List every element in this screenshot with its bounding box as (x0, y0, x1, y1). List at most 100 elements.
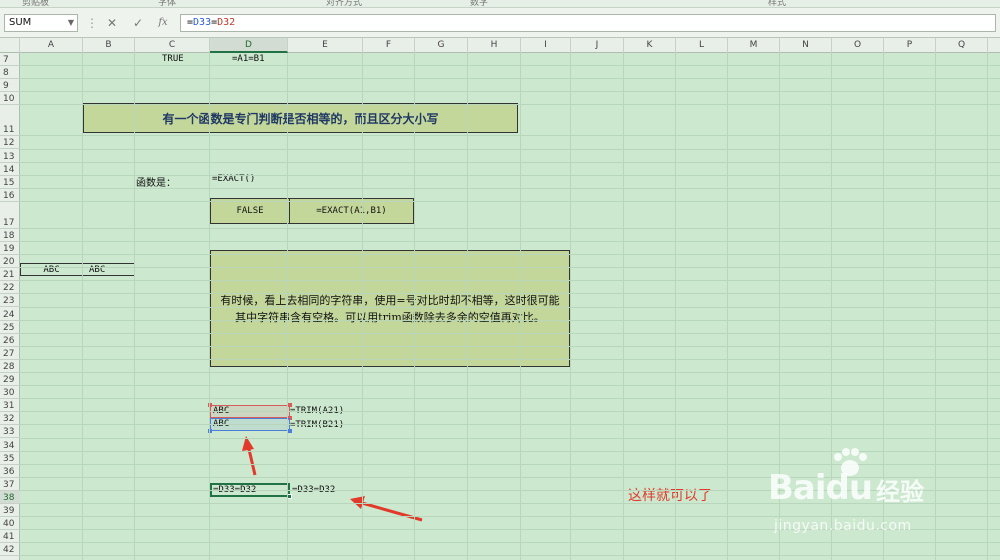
row-header-20[interactable]: 20 (0, 255, 20, 269)
column-header-h[interactable]: H (468, 38, 521, 53)
grid-row-line (20, 161, 1000, 163)
row-header-35[interactable]: 35 (0, 452, 20, 465)
row-header-26[interactable]: 26 (0, 334, 20, 347)
grid-row-line (20, 280, 1000, 282)
row-header-40[interactable]: 40 (0, 517, 20, 531)
row-header-13[interactable]: 13 (0, 150, 20, 163)
formula-bar: SUM ▼ ⋮ ✕ ✓ fx =D33=D32 (0, 8, 1000, 38)
column-header-a[interactable]: A (20, 38, 83, 53)
grid-row-line (20, 398, 1000, 400)
grid-row-line (20, 78, 1000, 80)
ribbon-group-label: 样式 (768, 0, 787, 8)
formula-input[interactable]: =D33=D32 (180, 14, 996, 32)
row-header-23[interactable]: 23 (0, 294, 20, 308)
column-header-m[interactable]: M (728, 38, 780, 53)
row-header-15[interactable]: 15 (0, 176, 20, 189)
column-header-g[interactable]: G (415, 38, 468, 53)
row-header-9[interactable]: 9 (0, 79, 20, 93)
watermark-url: jingyan.baidu.com (774, 518, 912, 534)
grid-row-line (20, 345, 1000, 347)
column-header-l[interactable]: L (676, 38, 728, 53)
grid-row-line (20, 293, 1000, 295)
row-header-38[interactable]: 38 (0, 490, 20, 504)
jingyan-logo: 经验 (876, 478, 924, 506)
insert-function-button[interactable]: fx (152, 14, 174, 32)
row-header-31[interactable]: 31 (0, 399, 20, 413)
column-header-q[interactable]: Q (936, 38, 988, 53)
row-header-8[interactable]: 8 (0, 66, 20, 80)
column-header-j[interactable]: J (571, 38, 624, 53)
ribbon-group-label: 数字 (470, 0, 489, 8)
close-icon: ✕ (106, 16, 118, 30)
grid-row-line (20, 437, 1000, 439)
row-header-27[interactable]: 27 (0, 347, 20, 360)
grid-row-line (20, 174, 1000, 176)
ribbon-group-label: 字体 (158, 0, 177, 8)
row-header-25[interactable]: 25 (0, 321, 20, 334)
column-header-d[interactable]: D (210, 38, 288, 53)
enter-button[interactable]: ✓ (127, 14, 149, 32)
row-header-39[interactable]: 39 (0, 504, 20, 518)
grid-row-line (20, 319, 1000, 321)
row-header-32[interactable]: 32 (0, 412, 20, 426)
row-header-11[interactable]: 11 (0, 105, 20, 137)
grid-row-line (20, 372, 1000, 373)
row-header-22[interactable]: 22 (0, 281, 20, 295)
row-header-36[interactable]: 36 (0, 465, 20, 478)
chevron-down-icon[interactable]: ▼ (68, 15, 74, 31)
grid-row-line (20, 267, 1000, 269)
row-header-30[interactable]: 30 (0, 386, 20, 400)
column-header-e[interactable]: E (288, 38, 363, 53)
column-header-b[interactable]: B (83, 38, 135, 53)
row-header-42[interactable]: 42 (0, 543, 20, 557)
row-header-41[interactable]: 41 (0, 530, 20, 544)
column-header-n[interactable]: N (780, 38, 832, 53)
column-header-p[interactable]: P (884, 38, 936, 53)
column-header-k[interactable]: K (624, 38, 676, 53)
row-header-17[interactable]: 17 (0, 202, 20, 229)
grid-row-line (20, 424, 1000, 426)
row-header-10[interactable]: 10 (0, 92, 20, 106)
grid-row-line (20, 227, 1000, 229)
grid-row-line (20, 555, 1000, 557)
ribbon-group-label: 对齐方式 (326, 0, 363, 8)
row-header-24[interactable]: 24 (0, 308, 20, 321)
column-header-f[interactable]: F (363, 38, 415, 53)
grid-row-line (20, 411, 1000, 413)
grid-row-line (20, 241, 1000, 242)
column-header-o[interactable]: O (832, 38, 884, 53)
annotation-text: 这样就可以了 (628, 488, 712, 504)
row-header-37[interactable]: 37 (0, 478, 20, 491)
baidu-logo-du: du (825, 468, 874, 508)
row-header-14[interactable]: 14 (0, 163, 20, 176)
select-all-corner[interactable] (0, 38, 20, 53)
row-header-19[interactable]: 19 (0, 242, 20, 256)
grid-row-line (20, 385, 1000, 387)
row-header-12[interactable]: 12 (0, 136, 20, 150)
name-box[interactable]: SUM ▼ (4, 14, 78, 32)
arrow-up-icon (242, 436, 257, 476)
grid-row-line (20, 91, 1000, 93)
grid-row-line (20, 358, 1000, 360)
check-icon: ✓ (132, 16, 144, 30)
column-header-i[interactable]: I (521, 38, 571, 53)
grid-row-line (20, 148, 1000, 150)
row-header-33[interactable]: 33 (0, 425, 20, 439)
row-header-29[interactable]: 29 (0, 373, 20, 387)
row-header: 7 8 9 10 11 12 13 14 15 16 17 18 19 20 21 22 23 24 25 26 27 2… (0, 53, 20, 560)
formula-bar-separator-icon: ⋮ (86, 16, 98, 30)
row-header-7[interactable]: 7 (0, 53, 20, 67)
row-header-34[interactable]: 34 (0, 439, 20, 452)
row-header-18[interactable]: 18 (0, 229, 20, 242)
grid-row-line (20, 200, 1000, 202)
row-header-16[interactable]: 16 (0, 189, 20, 202)
baidu-logo: Baidu (768, 468, 874, 508)
row-header-28[interactable]: 28 (0, 360, 20, 373)
baidu-watermark: Baidu 经验 jingyan.baidu.com (760, 448, 990, 548)
grid-row-line (20, 332, 1000, 334)
row-header-21[interactable]: 21 (0, 268, 20, 282)
column-header-c[interactable]: C (135, 38, 210, 53)
formula-part: D32 (217, 17, 236, 28)
cancel-button[interactable]: ✕ (101, 14, 123, 32)
grid-row-line (20, 104, 1000, 106)
